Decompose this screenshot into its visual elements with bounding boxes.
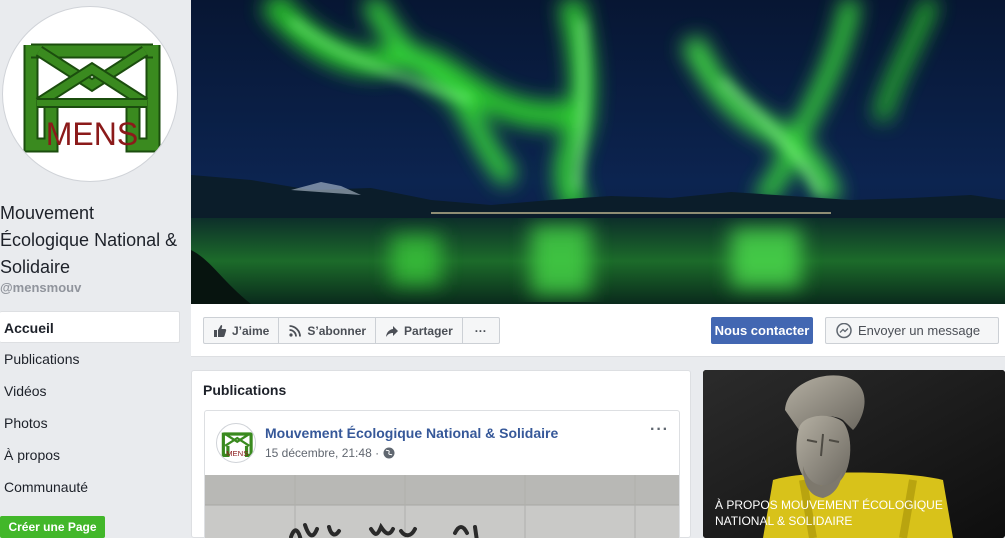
post-avatar[interactable]: MENS (216, 423, 256, 463)
page-nav: Accueil Publications Vidéos Photos À pro… (0, 311, 180, 503)
globe-icon (383, 447, 395, 459)
page-action-bar: J’aime S’abonner Partager ··· Nous conta… (191, 304, 1005, 357)
svg-text:MENS: MENS (226, 449, 248, 458)
nav-item-videos[interactable]: Vidéos (0, 375, 180, 407)
left-column: MENS Mouvement Écologique National & Sol… (0, 0, 190, 538)
post-image[interactable] (205, 475, 679, 538)
svg-text:MENS: MENS (46, 116, 138, 152)
more-actions-button[interactable]: ··· (463, 318, 499, 343)
subscribe-button[interactable]: S’abonner (279, 318, 377, 343)
subscribe-label: S’abonner (307, 323, 367, 338)
profile-picture[interactable]: MENS (2, 6, 178, 182)
aurora-cover-image (191, 0, 1005, 304)
mens-logo: MENS (23, 43, 161, 153)
share-label: Partager (404, 323, 453, 338)
rss-icon (289, 324, 302, 337)
mens-logo-small: MENS (221, 432, 253, 458)
messenger-icon (836, 322, 852, 338)
create-page-button[interactable]: Créer une Page (0, 516, 105, 538)
share-arrow-icon (386, 325, 399, 337)
page-action-group: J’aime S’abonner Partager ··· (203, 317, 500, 344)
share-button[interactable]: Partager (376, 318, 463, 343)
graffiti-wall-image (205, 475, 679, 538)
nav-item-communaute[interactable]: Communauté (0, 471, 180, 503)
page-handle[interactable]: @mensmouv (0, 280, 81, 295)
thumbs-up-icon (214, 324, 227, 337)
nav-item-photos[interactable]: Photos (0, 407, 180, 439)
like-button[interactable]: J’aime (204, 318, 280, 343)
cover-photo[interactable] (191, 0, 1005, 304)
publications-heading: Publications (203, 382, 287, 398)
post: MENS Mouvement Écologique National & Sol… (204, 410, 680, 538)
send-message-label: Envoyer un message (858, 323, 981, 338)
nav-item-publications[interactable]: Publications (0, 343, 180, 375)
about-caption: À PROPOS MOUVEMENT ÉCOLOGIQUE NATIONAL &… (715, 498, 943, 528)
facebook-page: MENS Mouvement Écologique National & Sol… (0, 0, 1005, 538)
post-author-link[interactable]: Mouvement Écologique National & Solidair… (265, 425, 558, 441)
nav-item-a-propos[interactable]: À propos (0, 439, 180, 471)
contact-us-button[interactable]: Nous contacter (711, 317, 813, 344)
nav-item-accueil[interactable]: Accueil (0, 311, 180, 343)
post-timestamp[interactable]: 15 décembre, 21:48 · (265, 446, 395, 460)
post-time-text: 15 décembre, 21:48 · (265, 446, 380, 460)
post-options-button[interactable]: ··· (650, 421, 669, 439)
about-card[interactable]: À PROPOS MOUVEMENT ÉCOLOGIQUE NATIONAL &… (703, 370, 1005, 538)
send-message-button[interactable]: Envoyer un message (825, 317, 999, 344)
publications-card: Publications MENS Mouvement Écologique N… (191, 370, 691, 538)
page-title[interactable]: Mouvement Écologique National & Solidair… (0, 200, 185, 281)
like-label: J’aime (232, 323, 270, 338)
